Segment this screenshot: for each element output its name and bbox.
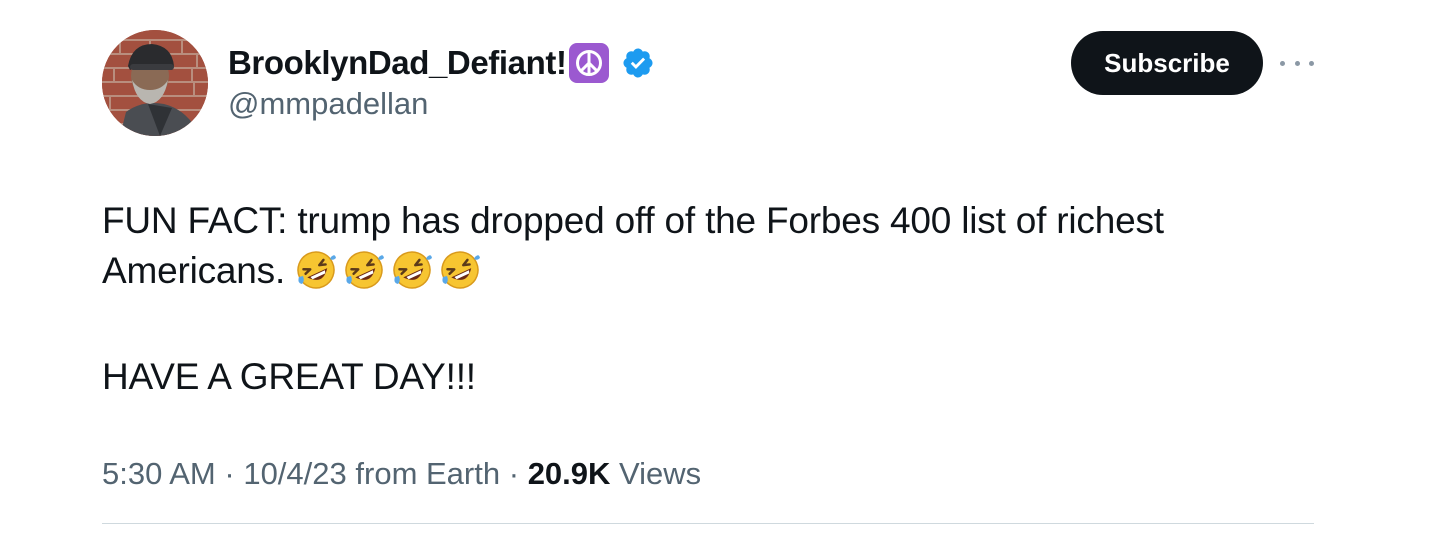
divider <box>102 523 1314 524</box>
emoji-group <box>295 249 481 291</box>
display-name[interactable]: BrooklynDad_Defiant! <box>228 44 567 82</box>
tweet-line-3: HAVE A GREAT DAY!!! <box>102 356 476 397</box>
rolling-on-floor-laughing-emoji <box>345 251 385 289</box>
tweet-line-2-text: Americans. <box>102 250 286 291</box>
rolling-on-floor-laughing-emoji <box>441 251 481 289</box>
subscribe-button[interactable]: Subscribe <box>1071 31 1263 95</box>
more-dot <box>1309 60 1314 66</box>
views-label[interactable]: Views <box>619 456 701 491</box>
tweet-line-1: FUN FACT: trump has dropped off of the F… <box>102 200 1164 241</box>
peace-symbol-icon <box>568 43 609 83</box>
avatar[interactable] <box>102 30 208 136</box>
more-dot <box>1280 60 1285 66</box>
tweet-source: from Earth <box>355 456 501 491</box>
tweet-meta: 5:30 AM · 10/4/23 from Earth · 20.9K Vie… <box>102 452 701 496</box>
meta-separator: · <box>508 456 520 491</box>
author-handle[interactable]: @mmpadellan <box>228 86 428 122</box>
verified-badge-icon[interactable] <box>621 46 655 80</box>
more-options-icon[interactable] <box>1280 52 1314 74</box>
author-name-row: BrooklynDad_Defiant! <box>228 40 655 86</box>
tweet-text: FUN FACT: trump has dropped off of the F… <box>102 196 1312 296</box>
meta-separator: · <box>224 456 235 491</box>
more-dot <box>1294 60 1300 66</box>
tweet-line-2: Americans. <box>102 246 1312 296</box>
rolling-on-floor-laughing-emoji <box>393 251 433 289</box>
rolling-on-floor-laughing-emoji <box>297 251 337 289</box>
tweet-date[interactable]: 10/4/23 <box>243 456 346 491</box>
tweet-time[interactable]: 5:30 AM <box>102 456 216 491</box>
views-count[interactable]: 20.9K <box>528 456 611 491</box>
